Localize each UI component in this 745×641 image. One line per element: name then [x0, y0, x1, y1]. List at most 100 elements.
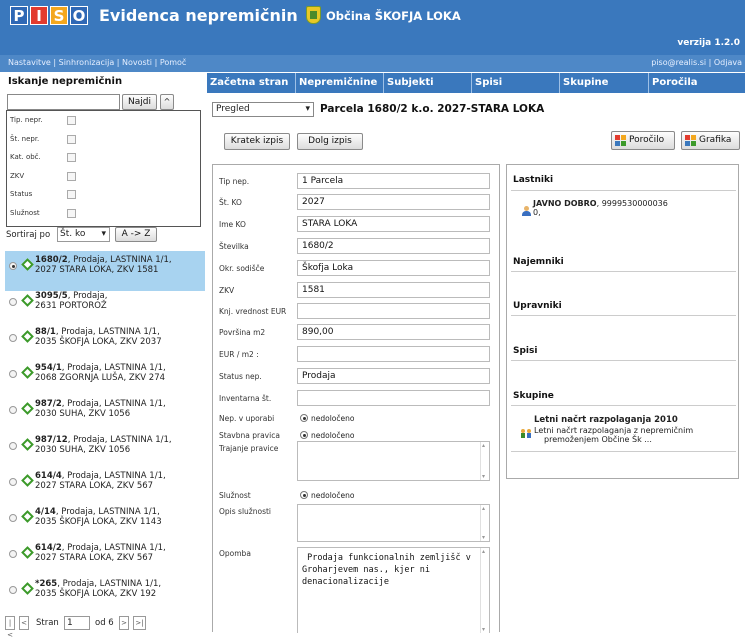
parcel-number-field[interactable]: 1680/2: [297, 238, 490, 254]
related-panel: Lastniki JAVNO DOBRO, 9999530000036 0, Na…: [506, 164, 739, 479]
next-page-button[interactable]: >: [119, 616, 129, 630]
page-count: od 6: [95, 618, 114, 628]
result-item[interactable]: 3095/5, Prodaja, 2631 PORTOROŽ: [5, 287, 205, 327]
price-per-m2-field[interactable]: [297, 346, 490, 362]
result-id: 88/1: [35, 327, 56, 337]
owner-entry[interactable]: JAVNO DOBRO, 9999530000036 0,: [533, 199, 668, 217]
graphic-button-label: Grafika: [699, 135, 732, 145]
easement-radio[interactable]: [300, 491, 308, 499]
result-item[interactable]: 987/2, Prodaja, LASTNINA 1/1, 2030 SUHA, …: [5, 395, 205, 435]
page-number-input[interactable]: 1: [64, 616, 90, 630]
in-use-radio[interactable]: [300, 414, 308, 422]
result-text: 3095/5, Prodaja, 2631 PORTOROŽ: [35, 291, 107, 311]
result-item[interactable]: 987/12, Prodaja, LASTNINA 1/1, 2030 SUHA,…: [5, 431, 205, 471]
result-item[interactable]: 1680/2, Prodaja, LASTNINA 1/1, 2027 STARA…: [5, 251, 205, 291]
zkv-field[interactable]: 1581: [297, 282, 490, 298]
court-field[interactable]: Škofja Loka: [297, 260, 490, 276]
scrollbar[interactable]: [480, 505, 489, 541]
long-print-button[interactable]: Dolg izpis: [297, 133, 363, 150]
graphic-button[interactable]: Grafika: [681, 131, 740, 150]
field-label: Stavbna pravica: [219, 431, 280, 440]
result-radio[interactable]: [9, 442, 17, 450]
view-select[interactable]: Pregled: [212, 102, 314, 117]
field-label: Opis služnosti: [219, 507, 271, 516]
result-item[interactable]: 614/2, Prodaja, LASTNINA 1/1, 2027 STARA …: [5, 539, 205, 579]
field-label: Nep. v uporabi: [219, 414, 275, 423]
page-label-text: Stran: [36, 618, 59, 628]
cadastral-name-field[interactable]: STARA LOKA: [297, 216, 490, 232]
building-right-radio[interactable]: [300, 431, 308, 439]
result-item[interactable]: 88/1, Prodaja, LASTNINA 1/1, 2035 ŠKOFJA …: [5, 323, 205, 363]
filter-checkbox[interactable]: [67, 190, 76, 199]
nav-home[interactable]: Začetna stran: [207, 73, 296, 93]
field-label: Številka: [219, 242, 249, 251]
search-input[interactable]: [7, 94, 120, 110]
filter-label: Kat. obč.: [10, 153, 41, 161]
settings-links[interactable]: Nastavitve | Sinhronizacija | Novosti | …: [8, 58, 186, 67]
managers-title: Upravniki: [513, 301, 562, 311]
filter-checkbox[interactable]: [67, 172, 76, 181]
report-button-label: Poročilo: [629, 135, 665, 145]
filter-checkbox[interactable]: [67, 153, 76, 162]
last-page-button[interactable]: >|: [133, 616, 146, 630]
scrollbar[interactable]: [480, 548, 489, 633]
report-button[interactable]: Poročilo: [611, 131, 675, 150]
result-radio[interactable]: [9, 334, 17, 342]
property-type-field[interactable]: 1 Parcela: [297, 173, 490, 189]
result-line2: 2027 STARA LOKA, ZKV 567: [35, 553, 154, 563]
result-line1: , Prodaja, LASTNINA 1/1,: [67, 255, 172, 265]
inventory-number-field[interactable]: [297, 390, 490, 406]
scrollbar[interactable]: [480, 442, 489, 480]
search-panel-title: Iskanje nepremičnin: [8, 76, 123, 87]
result-item[interactable]: 4/14, Prodaja, LASTNINA 1/1, 2035 ŠKOFJA …: [5, 503, 205, 543]
book-value-field[interactable]: [297, 303, 490, 319]
result-text: 987/12, Prodaja, LASTNINA 1/1, 2030 SUHA,…: [35, 435, 172, 455]
result-item[interactable]: *265, Prodaja, LASTNINA 1/1, 2035 ŠKOFJA …: [5, 575, 205, 615]
result-radio[interactable]: [9, 478, 17, 486]
result-line2: 2035 ŠKOFJA LOKA, ZKV 2037: [35, 337, 162, 347]
filter-checkbox[interactable]: [67, 135, 76, 144]
note-textarea[interactable]: Prodaja funkcionalnih zemljišč v Groharj…: [297, 547, 490, 633]
result-id: 614/2: [35, 543, 62, 553]
prev-page-button[interactable]: <: [19, 616, 29, 630]
owner-name: JAVNO DOBRO: [533, 199, 597, 208]
owners-title: Lastniki: [513, 175, 554, 185]
nav-properties[interactable]: Nepremičnine: [296, 73, 384, 93]
nav-subjects[interactable]: Subjekti: [384, 73, 472, 93]
user-links[interactable]: piso@realis.si | Odjava: [651, 58, 742, 67]
group-name[interactable]: Letni načrt razpolaganja 2010: [534, 416, 678, 425]
result-radio[interactable]: [9, 514, 17, 522]
filter-checkbox[interactable]: [67, 209, 76, 218]
result-item[interactable]: 614/4, Prodaja, LASTNINA 1/1, 2027 STARA …: [5, 467, 205, 507]
find-button[interactable]: Najdi: [122, 94, 157, 110]
result-radio[interactable]: [9, 262, 17, 270]
short-print-button[interactable]: Kratek izpis: [224, 133, 290, 150]
nav-groups[interactable]: Skupine: [560, 73, 649, 93]
filter-label: Status: [10, 190, 33, 198]
right-duration-textarea[interactable]: [297, 441, 490, 481]
main-navigation: Začetna stran Nepremičnine Subjekti Spis…: [207, 73, 745, 93]
nav-files[interactable]: Spisi: [472, 73, 560, 93]
result-text: 88/1, Prodaja, LASTNINA 1/1, 2035 ŠKOFJA …: [35, 327, 162, 347]
sort-order-button[interactable]: A -> Z: [115, 227, 157, 242]
result-radio[interactable]: [9, 586, 17, 594]
field-label: Knj. vrednost EUR: [219, 307, 287, 316]
easement-description-textarea[interactable]: [297, 504, 490, 542]
logo-letter: O: [70, 6, 88, 25]
graphic-icon: [685, 135, 696, 146]
result-item[interactable]: 954/1, Prodaja, LASTNINA 1/1, 2068 ZGORNJ…: [5, 359, 205, 399]
collapse-button[interactable]: ^: [160, 94, 174, 110]
nav-reports[interactable]: Poročila: [649, 73, 745, 93]
result-radio[interactable]: [9, 406, 17, 414]
divider: [511, 360, 736, 361]
sort-select[interactable]: Št. ko: [57, 227, 110, 242]
area-field[interactable]: 890,00: [297, 324, 490, 340]
cadastral-number-field[interactable]: 2027: [297, 194, 490, 210]
status-field[interactable]: Prodaja: [297, 368, 490, 384]
app-header: P I S O Evidenca nepremičnin Občina ŠKOF…: [0, 0, 745, 55]
result-radio[interactable]: [9, 550, 17, 558]
result-radio[interactable]: [9, 298, 17, 306]
filter-checkbox[interactable]: [67, 116, 76, 125]
result-radio[interactable]: [9, 370, 17, 378]
first-page-button[interactable]: |<: [5, 616, 15, 639]
